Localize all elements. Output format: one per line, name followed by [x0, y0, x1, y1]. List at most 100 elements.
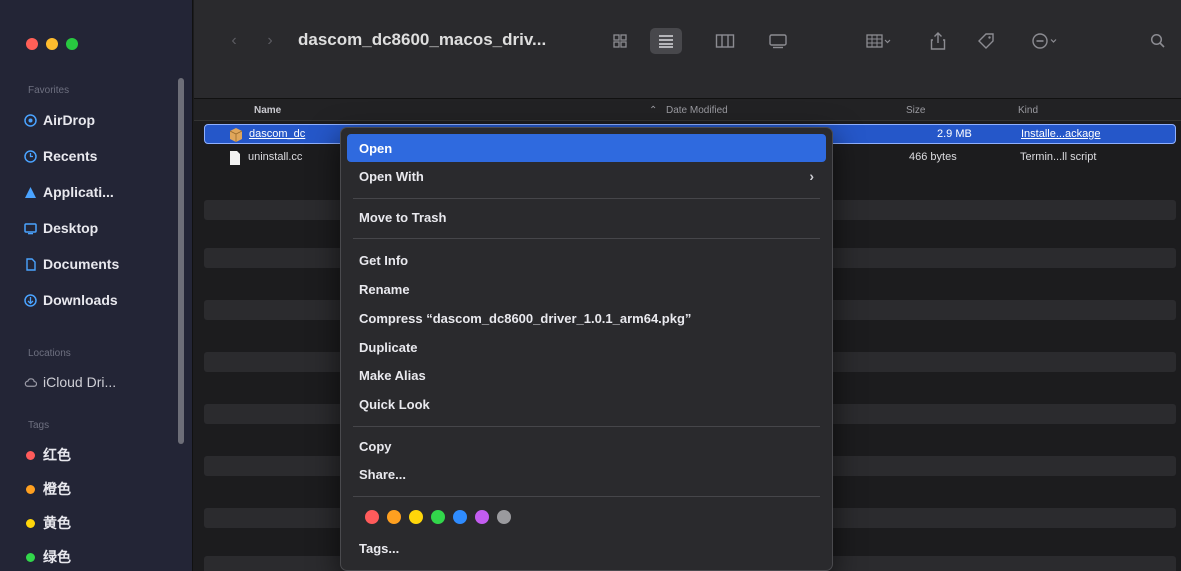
sidebar-item-label: AirDrop: [43, 112, 96, 128]
sidebar-section-favorites: Favorites: [28, 85, 70, 96]
icon-view-button[interactable]: [604, 28, 636, 54]
grid-icon: [613, 34, 627, 48]
toolbar: ‹ › dascom_dc8600_macos_driv...: [194, 0, 1181, 99]
file-name: uninstall.cc: [248, 151, 303, 163]
group-by-button[interactable]: [858, 28, 900, 54]
clock-icon: [24, 149, 37, 163]
tag-dot-icon: [26, 518, 35, 528]
applications-icon: [24, 186, 37, 199]
menu-separator: [353, 198, 820, 199]
tag-yellow-dot[interactable]: [409, 510, 423, 524]
sort-indicator-icon: ⌃: [649, 105, 658, 116]
menu-item-compress[interactable]: Compress “dascom_dc8600_driver_1.0.1_arm…: [347, 304, 826, 332]
desktop-icon: [24, 222, 37, 235]
sidebar-item-downloads[interactable]: Downloads: [24, 289, 118, 311]
tag-icon: [978, 33, 994, 49]
menu-item-make-alias[interactable]: Make Alias: [347, 361, 826, 389]
menu-item-quick-look[interactable]: Quick Look: [347, 390, 826, 418]
file-kind: Installe...ackage: [1021, 128, 1101, 140]
column-kind[interactable]: Kind: [1018, 105, 1038, 116]
column-header: Name ⌃ Date Modified Size Kind: [194, 99, 1181, 121]
sidebar-tag-green[interactable]: 绿色: [24, 546, 71, 568]
sidebar-item-label: 黄色: [43, 515, 71, 531]
sidebar-item-label: Applicati...: [43, 184, 114, 200]
file-name: dascom_dc: [249, 128, 306, 140]
chevron-left-icon: ‹: [231, 32, 237, 49]
context-menu: Open Open With › Move to Trash Get Info …: [340, 127, 833, 571]
sidebar-section-tags: Tags: [28, 420, 50, 431]
menu-item-duplicate[interactable]: Duplicate: [347, 333, 826, 361]
chevron-right-icon: ›: [267, 32, 273, 49]
tag-blue-dot[interactable]: [453, 510, 467, 524]
sidebar-item-label: Documents: [43, 256, 120, 272]
tag-orange-dot[interactable]: [387, 510, 401, 524]
action-button[interactable]: [1026, 28, 1066, 54]
menu-item-tags[interactable]: Tags...: [347, 534, 826, 562]
menu-item-rename[interactable]: Rename: [347, 275, 826, 303]
sidebar-item-label: Recents: [43, 148, 98, 164]
search-button[interactable]: [1142, 28, 1174, 54]
sidebar-scrollbar[interactable]: [178, 78, 184, 444]
column-date-modified[interactable]: Date Modified: [666, 105, 728, 116]
forward-button[interactable]: ›: [260, 30, 280, 52]
column-view-button[interactable]: [709, 28, 741, 54]
back-button[interactable]: ‹: [224, 30, 244, 52]
menu-separator: [353, 496, 820, 497]
column-name[interactable]: Name: [254, 105, 281, 116]
menu-item-copy[interactable]: Copy: [347, 432, 826, 460]
sidebar: Favorites AirDrop Recents Applicati... D…: [0, 0, 193, 571]
tag-red-dot[interactable]: [365, 510, 379, 524]
sidebar-item-label: 红色: [43, 447, 71, 463]
sidebar-item-recents[interactable]: Recents: [24, 145, 97, 167]
list-icon: [659, 35, 673, 48]
menu-separator: [353, 426, 820, 427]
share-button[interactable]: [922, 28, 954, 54]
sidebar-tag-yellow[interactable]: 黄色: [24, 512, 71, 534]
sidebar-tag-red[interactable]: 红色: [24, 444, 71, 466]
tag-dot-icon: [26, 450, 35, 460]
file-kind: Termin...ll script: [1020, 151, 1097, 163]
ellipsis-circle-icon: [1032, 33, 1057, 49]
file-size: 466 bytes: [909, 151, 957, 163]
sidebar-item-desktop[interactable]: Desktop: [24, 217, 98, 239]
minimize-window-button[interactable]: [46, 38, 58, 50]
tag-dot-icon: [26, 552, 35, 562]
share-icon: [930, 32, 946, 50]
chevron-right-icon: ›: [809, 168, 814, 184]
sidebar-item-label: Desktop: [43, 220, 99, 236]
tag-dot-icon: [26, 484, 35, 494]
document-icon: [230, 151, 240, 165]
tag-green-dot[interactable]: [431, 510, 445, 524]
menu-item-open-with[interactable]: Open With ›: [347, 162, 826, 190]
sidebar-item-label: iCloud Dri...: [43, 374, 117, 390]
package-icon: [229, 128, 243, 142]
sidebar-item-icloud-drive[interactable]: iCloud Dri...: [24, 371, 116, 393]
file-size: 2.9 MB: [937, 128, 972, 140]
document-icon: [24, 257, 37, 271]
tag-gray-dot[interactable]: [497, 510, 511, 524]
tag-purple-dot[interactable]: [475, 510, 489, 524]
sidebar-item-applications[interactable]: Applicati...: [24, 181, 114, 203]
window-title: dascom_dc8600_macos_driv...: [298, 30, 547, 49]
column-size[interactable]: Size: [906, 105, 925, 116]
search-icon: [1150, 33, 1165, 48]
tag-button[interactable]: [970, 28, 1002, 54]
sidebar-tag-orange[interactable]: 橙色: [24, 478, 71, 500]
zoom-window-button[interactable]: [66, 38, 78, 50]
cloud-icon: [24, 376, 37, 389]
gallery-view-button[interactable]: [762, 28, 794, 54]
list-view-button[interactable]: [650, 28, 682, 54]
menu-separator: [353, 238, 820, 239]
group-grid-icon: [866, 34, 891, 48]
sidebar-section-locations: Locations: [28, 348, 71, 359]
download-icon: [24, 293, 37, 307]
sidebar-item-airdrop[interactable]: AirDrop: [24, 109, 95, 131]
menu-item-share[interactable]: Share...: [347, 460, 826, 488]
close-window-button[interactable]: [26, 38, 38, 50]
sidebar-item-label: 绿色: [43, 549, 71, 565]
menu-item-move-to-trash[interactable]: Move to Trash: [347, 203, 826, 231]
menu-item-open[interactable]: Open: [347, 134, 826, 162]
sidebar-item-documents[interactable]: Documents: [24, 253, 119, 275]
sidebar-item-label: Downloads: [43, 292, 118, 308]
menu-item-get-info[interactable]: Get Info: [347, 246, 826, 274]
